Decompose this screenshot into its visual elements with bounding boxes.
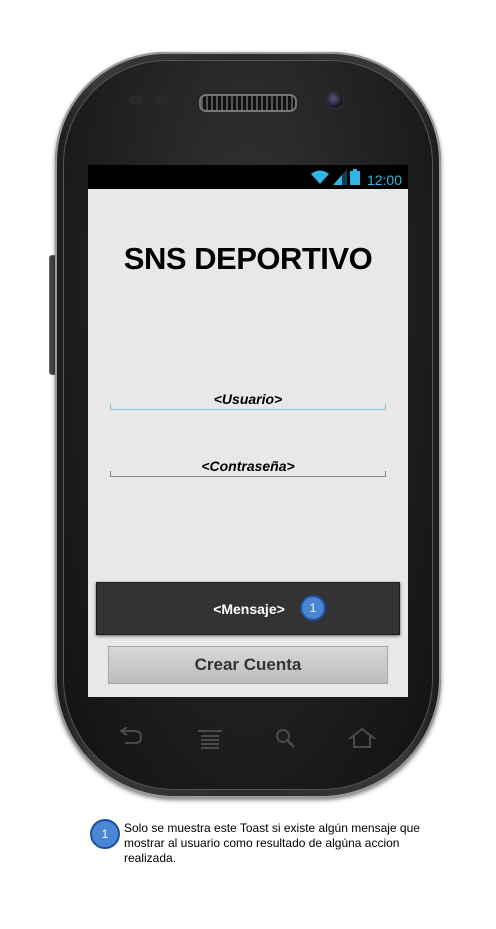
- menu-icon[interactable]: [198, 727, 222, 756]
- toast-message: <Mensaje> 1: [96, 582, 400, 635]
- wifi-icon: [310, 169, 330, 190]
- front-camera: [326, 91, 344, 109]
- toast-annotation-badge: 1: [300, 595, 326, 621]
- status-time: 12:00: [366, 171, 402, 188]
- annotation-note: Solo se muestra este Toast si existe alg…: [124, 821, 420, 865]
- username-field[interactable]: <Usuario>: [110, 389, 386, 410]
- username-placeholder: <Usuario>: [213, 391, 283, 407]
- password-field[interactable]: <Contraseña>: [110, 456, 386, 477]
- light-sensor: [152, 95, 168, 105]
- search-icon[interactable]: [274, 727, 296, 754]
- home-icon[interactable]: [347, 727, 377, 754]
- back-icon[interactable]: [119, 726, 145, 752]
- proximity-sensor: [128, 95, 144, 105]
- note-annotation-badge: 1: [90, 819, 120, 849]
- toast-text: <Mensaje>: [213, 601, 285, 617]
- battery-icon: [349, 169, 360, 190]
- app-title: SNS DEPORTIVO: [123, 241, 373, 276]
- password-placeholder: <Contraseña>: [201, 458, 295, 474]
- earpiece-speaker: [199, 94, 297, 112]
- signal-icon: [332, 169, 347, 190]
- status-icons: 12:00: [310, 169, 402, 190]
- status-bar: 12:00: [88, 165, 408, 189]
- create-account-button[interactable]: Crear Cuenta: [108, 646, 388, 684]
